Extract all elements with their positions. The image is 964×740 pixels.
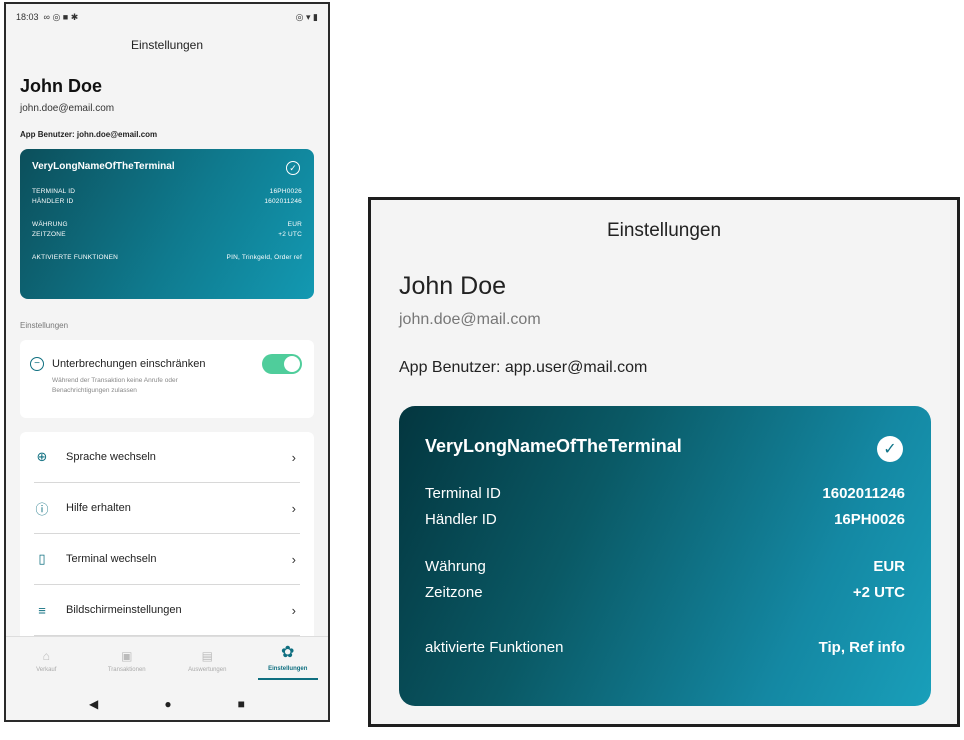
- features-row: AKTIVIERTE FUNKTIONEN PIN, Trinkgeld, Or…: [32, 254, 302, 261]
- timezone-row: ZEITZONE +2 UTC: [32, 231, 302, 238]
- terminal-name: VeryLongNameOfTheTerminal: [425, 436, 682, 456]
- terminal-card[interactable]: VeryLongNameOfTheTerminal ✓ TERMINAL ID …: [20, 149, 314, 299]
- help-icon: ⓘ: [35, 501, 49, 517]
- menu-item-terminal[interactable]: ▯ Terminal wechseln ›: [34, 534, 300, 585]
- features-value: PIN, Trinkgeld, Order ref: [226, 254, 302, 261]
- user-email: john.doe@email.com: [20, 103, 115, 114]
- timezone-row: Zeitzone +2 UTC: [425, 584, 905, 601]
- chevron-right-icon: ›: [291, 602, 296, 618]
- system-nav-bar: ◀ ● ■: [6, 684, 328, 720]
- terminal-id-row: TERMINAL ID 16PH0026: [32, 188, 302, 195]
- features-value: Tip, Ref info: [818, 639, 905, 656]
- check-icon: ✓: [286, 161, 300, 175]
- terminal-id-value: 1602011246: [822, 485, 905, 502]
- nav-item-reports[interactable]: ▤ Auswertungen: [167, 637, 248, 684]
- app-user: App Benutzer: john.doe@email.com: [20, 130, 158, 139]
- terminal-card[interactable]: VeryLongNameOfTheTerminal ✓ Terminal ID …: [399, 406, 931, 706]
- settings-sliders-icon: ≡: [38, 602, 46, 618]
- minus-circle-icon: −: [30, 357, 44, 371]
- terminal-name: VeryLongNameOfTheTerminal: [32, 161, 175, 172]
- features-label: AKTIVIERTE FUNKTIONEN: [32, 254, 119, 261]
- home-icon: ⌂: [42, 648, 50, 663]
- interruptions-description: Während der Transaktion keine Anrufe ode…: [52, 377, 178, 394]
- settings-list: ⊕ Sprache wechseln › ⓘ Hilfe erhalten › …: [20, 432, 314, 642]
- nav-item-settings[interactable]: ✿ Einstellungen: [248, 637, 329, 684]
- chevron-right-icon: ›: [291, 449, 296, 465]
- currency-value: EUR: [287, 221, 302, 228]
- toggle-knob: [284, 356, 300, 372]
- reports-icon: ▤: [201, 648, 213, 663]
- menu-item-language[interactable]: ⊕ Sprache wechseln ›: [34, 432, 300, 483]
- menu-item-label: Bildschirmeinstellungen: [66, 604, 182, 616]
- status-bar: 18:03 ∞ ◎ ■ ✱ ◎ ▾ ▮: [6, 4, 328, 30]
- zoomed-view: Einstellungen John Doe john.doe@mail.com…: [368, 197, 960, 727]
- check-icon: ✓: [877, 436, 903, 462]
- merchant-id-label: Händler ID: [425, 511, 497, 528]
- terminal-id-row: Terminal ID 1602011246: [425, 485, 905, 502]
- back-icon[interactable]: ◀: [89, 697, 98, 711]
- menu-item-label: Terminal wechseln: [66, 553, 157, 565]
- menu-item-label: Sprache wechseln: [66, 451, 156, 463]
- notification-icons: ∞ ◎ ■ ✱: [43, 11, 79, 22]
- merchant-id-value: 16PH0026: [834, 511, 905, 528]
- nav-label: Einstellungen: [268, 665, 308, 672]
- user-name: John Doe: [20, 76, 103, 96]
- nav-label: Transaktionen: [107, 666, 146, 673]
- timezone-label: Zeitzone: [425, 584, 483, 601]
- features-row: aktivierte Funktionen Tip, Ref info: [425, 639, 905, 656]
- user-email: john.doe@mail.com: [399, 311, 541, 328]
- merchant-id-row: Händler ID 16PH0026: [425, 511, 905, 528]
- page-title: Einstellungen: [130, 38, 204, 52]
- currency-label: Währung: [425, 558, 486, 575]
- interruptions-toggle[interactable]: [262, 354, 302, 374]
- nav-item-sales[interactable]: ⌂ Verkauf: [6, 637, 87, 684]
- currency-row: Währung EUR: [425, 558, 905, 575]
- transactions-icon: ▣: [121, 648, 133, 663]
- timezone-value: +2 UTC: [278, 231, 302, 238]
- home-button-icon[interactable]: ●: [164, 697, 171, 711]
- features-label: aktivierte Funktionen: [425, 639, 564, 656]
- currency-label: WÄHRUNG: [32, 221, 68, 228]
- merchant-id-value: 1602011246: [264, 198, 302, 205]
- currency-value: EUR: [873, 558, 905, 575]
- interruptions-setting: − Unterbrechungen einschränken Während d…: [20, 340, 314, 418]
- nav-item-transactions[interactable]: ▣ Transaktionen: [87, 637, 168, 684]
- timezone-label: ZEITZONE: [32, 231, 66, 238]
- chevron-right-icon: ›: [291, 500, 296, 516]
- menu-item-display[interactable]: ≡ Bildschirmeinstellungen ›: [34, 585, 300, 636]
- terminal-id-value: 16PH0026: [269, 188, 302, 195]
- menu-item-label: Hilfe erhalten: [66, 502, 131, 514]
- section-label: Einstellungen: [20, 321, 69, 330]
- terminal-icon: ▯: [38, 551, 46, 566]
- nav-label: Verkauf: [36, 666, 57, 673]
- interruptions-title: Unterbrechungen einschränken: [52, 358, 206, 370]
- terminal-id-label: Terminal ID: [425, 485, 501, 502]
- timezone-value: +2 UTC: [852, 584, 905, 601]
- currency-row: WÄHRUNG EUR: [32, 221, 302, 228]
- app-user: App Benutzer: app.user@mail.com: [399, 359, 648, 376]
- merchant-id-row: HÄNDLER ID 1602011246: [32, 198, 302, 205]
- chevron-right-icon: ›: [291, 551, 296, 567]
- terminal-id-label: TERMINAL ID: [32, 188, 76, 195]
- recents-icon[interactable]: ■: [238, 697, 245, 711]
- page-title: Einstellungen: [606, 220, 722, 241]
- status-time: 18:03: [16, 12, 39, 22]
- user-name: John Doe: [399, 272, 507, 300]
- menu-item-help[interactable]: ⓘ Hilfe erhalten ›: [34, 483, 300, 534]
- bottom-nav: ⌂ Verkauf ▣ Transaktionen ▤ Auswertungen…: [6, 636, 328, 684]
- gear-icon: ✿: [281, 643, 295, 661]
- phone-screen: 18:03 ∞ ◎ ■ ✱ ◎ ▾ ▮ Einstellungen John D…: [4, 2, 330, 722]
- merchant-id-label: HÄNDLER ID: [32, 198, 74, 205]
- globe-icon: ⊕: [36, 449, 48, 464]
- nav-label: Auswertungen: [188, 666, 227, 673]
- system-icons: ◎ ▾ ▮: [295, 11, 318, 22]
